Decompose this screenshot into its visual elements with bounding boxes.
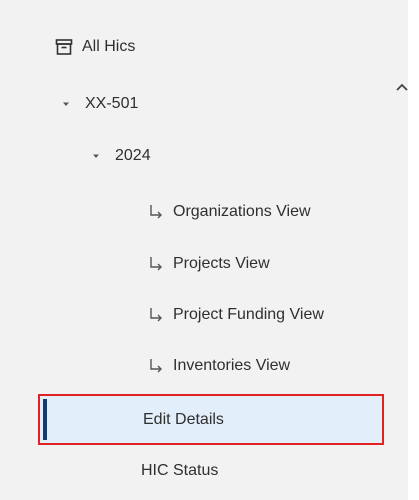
selected-indicator: [43, 399, 47, 440]
nav-item-project-funding-view[interactable]: Project Funding View: [0, 290, 400, 340]
nav-item-hic-code[interactable]: XX-501: [0, 79, 400, 129]
caret-down-icon: [61, 99, 71, 109]
nav-label-hic-code: XX-501: [85, 95, 139, 112]
nav-label-project-funding-view: Project Funding View: [173, 306, 324, 323]
subdirectory-arrow-icon: [147, 306, 165, 324]
nav-item-all-hics[interactable]: All Hics: [0, 22, 400, 72]
nav-label-projects-view: Projects View: [173, 255, 270, 272]
subdirectory-arrow-icon: [147, 203, 165, 221]
chevron-up-icon[interactable]: [393, 78, 411, 96]
nav-label-year: 2024: [115, 147, 151, 164]
nav-item-edit-details[interactable]: Edit Details: [38, 394, 384, 445]
archive-icon: [55, 38, 73, 56]
subdirectory-arrow-icon: [147, 357, 165, 375]
nav-label-all-hics: All Hics: [82, 38, 136, 55]
nav-label-hic-status: HIC Status: [141, 462, 219, 479]
nav-item-inventories-view[interactable]: Inventories View: [0, 341, 400, 391]
nav-label-organizations-view: Organizations View: [173, 203, 311, 220]
nav-label-inventories-view: Inventories View: [173, 357, 291, 374]
nav-item-hic-status[interactable]: HIC Status: [0, 446, 400, 496]
nav-label-edit-details: Edit Details: [143, 410, 224, 428]
nav-item-organizations-view[interactable]: Organizations View: [0, 187, 400, 237]
caret-down-icon: [91, 151, 101, 161]
nav-item-year[interactable]: 2024: [0, 131, 400, 181]
sidebar-nav: All Hics XX-501 2024 Organizations View …: [0, 0, 408, 500]
nav-item-projects-view[interactable]: Projects View: [0, 239, 400, 289]
subdirectory-arrow-icon: [147, 255, 165, 273]
